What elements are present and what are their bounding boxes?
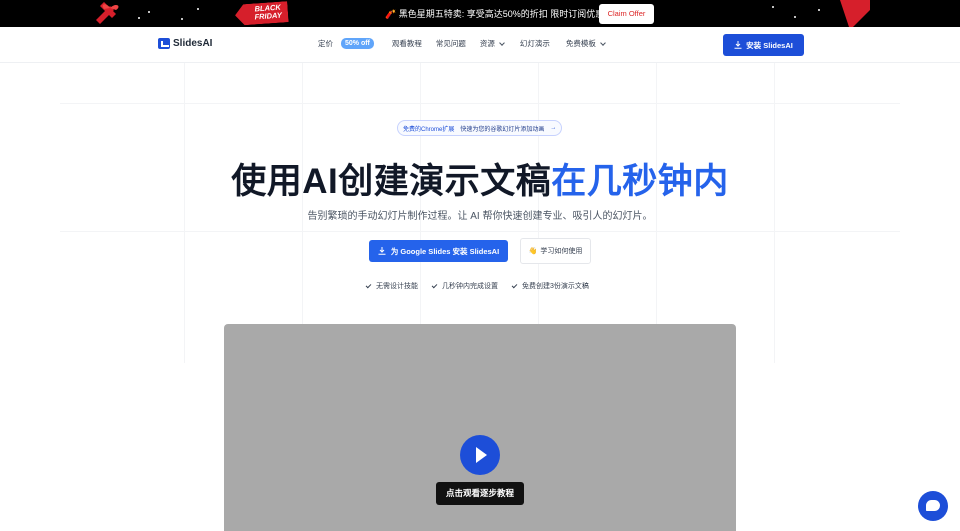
- confetti-dot: [148, 11, 150, 13]
- feature-label: 免费创建3份演示文稿: [522, 283, 589, 290]
- download-icon: [734, 41, 742, 49]
- feature-item: 免费创建3份演示文稿: [511, 281, 589, 291]
- top-nav: SlidesAI 定价 50% off 观看教程 常见问题 资源 幻灯演示 免费…: [0, 27, 960, 63]
- install-google-slides-button[interactable]: 为 Google Slides 安装 SlidesAI: [369, 240, 508, 262]
- nav-templates-label: 免费模板: [565, 39, 596, 48]
- claim-offer-button[interactable]: Claim Offer: [599, 4, 654, 24]
- check-icon: [431, 282, 438, 288]
- cta-primary-label: 为 Google Slides 安装 SlidesAI: [390, 246, 500, 256]
- confetti-dot: [794, 16, 796, 18]
- headline-main: 使用AI创建演示文稿: [231, 162, 552, 201]
- nav-resources-label: 资源: [479, 39, 495, 48]
- download-icon: [378, 247, 386, 255]
- arrow-right-icon: →: [550, 125, 557, 131]
- install-button-label: 安装 SlidesAI: [746, 40, 793, 50]
- nav-menu: 定价 50% off 观看教程 常见问题 资源 幻灯演示 免费模板: [318, 38, 606, 49]
- nav-presentations-label: 幻灯演示: [519, 39, 550, 48]
- promo-message: 🧨 黑色星期五特卖: 享受高达50%的折扣 限时订阅优惠 👜: [385, 9, 618, 19]
- hero-subtitle: 告别繁琐的手动幻灯片制作过程。让 AI 帮你快速创建专业、吸引人的幻灯片。: [307, 211, 653, 222]
- nav-item-presentations[interactable]: 幻灯演示: [520, 38, 550, 49]
- promo-banner: BLACK FRIDAY 🧨 黑色星期五特卖: 享受高达50%的折扣 限时订阅优…: [0, 0, 960, 27]
- cta-secondary-label: 学习如何使用: [540, 248, 583, 255]
- nav-pricing-label: 定价: [318, 39, 333, 48]
- discount-badge: 50% off: [341, 38, 374, 49]
- confetti-dot: [181, 18, 183, 20]
- logo-text: SlidesAI: [173, 38, 213, 49]
- chevron-down-icon: [499, 39, 505, 46]
- tag-line2: FRIDAY: [254, 10, 283, 22]
- feature-item: 几秒钟内完成设置: [431, 281, 498, 291]
- confetti-dot: [772, 6, 774, 8]
- confetti-dot: [138, 17, 140, 19]
- nav-item-templates[interactable]: 免费模板: [565, 38, 606, 49]
- grid-line: [60, 231, 900, 232]
- wave-icon: 👋: [528, 248, 538, 255]
- headline-accent: 在几秒钟内: [551, 162, 729, 201]
- nav-tutorials-label: 观看教程: [391, 39, 422, 48]
- confetti-dot: [818, 9, 820, 11]
- chrome-extension-pill[interactable]: 免费的Chrome扩展 快速为您的谷歌幻灯片添加动画 →: [397, 120, 562, 136]
- nav-item-resources[interactable]: 资源: [479, 38, 505, 49]
- video-label: 点击观看逐步教程: [436, 482, 524, 505]
- confetti-dot: [197, 8, 199, 10]
- slides-logo-icon: [158, 38, 170, 49]
- feature-label: 几秒钟内完成设置: [442, 283, 498, 290]
- feature-item: 无需设计技能: [365, 281, 418, 291]
- nav-item-faq[interactable]: 常见问题: [436, 38, 466, 49]
- feature-list: 无需设计技能 几秒钟内完成设置 免费创建3份演示文稿: [365, 281, 589, 291]
- nav-faq-label: 常见问题: [435, 39, 466, 48]
- gift-ribbon-icon: [96, 2, 119, 24]
- logo[interactable]: SlidesAI: [158, 38, 212, 49]
- pill-right-label: 快速为您的谷歌幻灯片添加动画: [460, 126, 545, 133]
- install-button[interactable]: 安装 SlidesAI: [723, 34, 804, 56]
- black-friday-tag: BLACK FRIDAY: [234, 1, 288, 26]
- gift-ribbon-icon: [840, 0, 870, 27]
- learn-how-button[interactable]: 👋 学习如何使用: [520, 238, 591, 264]
- tutorial-video[interactable]: 点击观看逐步教程: [224, 324, 736, 531]
- nav-item-tutorials[interactable]: 观看教程: [392, 38, 422, 49]
- page-title: 使用AI创建演示文稿在几秒钟内: [0, 153, 960, 204]
- pill-left-label: 免费的Chrome扩展: [403, 126, 455, 133]
- check-icon: [511, 282, 518, 288]
- nav-item-pricing[interactable]: 定价 50% off: [318, 38, 374, 49]
- feature-label: 无需设计技能: [376, 283, 418, 290]
- grid-line: [60, 103, 900, 104]
- chevron-down-icon: [600, 39, 606, 46]
- chat-icon[interactable]: [918, 491, 948, 521]
- play-icon[interactable]: [460, 435, 500, 475]
- check-icon: [365, 282, 372, 288]
